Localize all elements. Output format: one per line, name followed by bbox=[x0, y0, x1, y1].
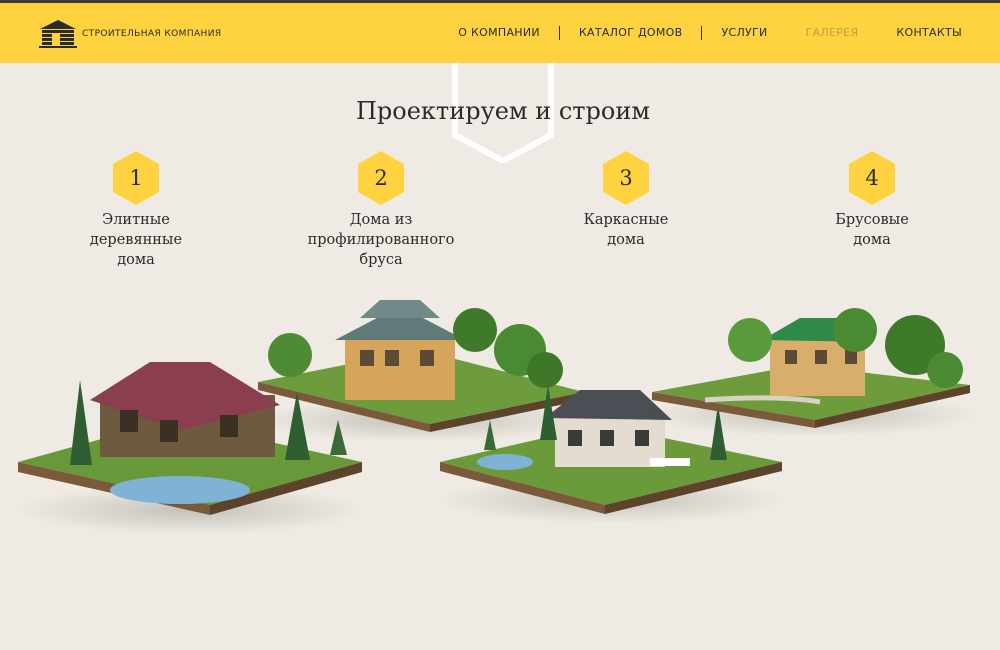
feature-number: 2 bbox=[374, 166, 388, 190]
logo-text: Строительная компания bbox=[82, 29, 222, 39]
feature-1: 1 Элитные деревянные дома bbox=[46, 150, 226, 270]
nav-item-about[interactable]: О КОМПАНИИ bbox=[439, 26, 560, 40]
feature-label: Элитные деревянные дома bbox=[89, 212, 183, 268]
feature-4: 4 Брусовые дома bbox=[782, 150, 962, 250]
logo[interactable]: Строительная компания bbox=[38, 19, 222, 49]
hexagon-badge: 2 bbox=[356, 150, 406, 206]
page-title: Проектируем и строим bbox=[355, 97, 651, 125]
hexagon-badge: 3 bbox=[601, 150, 651, 206]
nav-item-catalog[interactable]: КАТАЛОГ ДОМОВ bbox=[560, 26, 703, 40]
feature-3: 3 Каркасные дома bbox=[536, 150, 716, 250]
nav-item-gallery[interactable]: ГАЛЕРЕЯ bbox=[787, 26, 878, 40]
feature-number: 4 bbox=[865, 166, 879, 190]
feature-label: Брусовые дома bbox=[835, 212, 909, 248]
feature-number: 3 bbox=[619, 166, 633, 190]
feature-label: Дома из профилированного бруса bbox=[307, 212, 455, 268]
houses-illustration bbox=[15, 300, 980, 535]
feature-2: 2 Дома из профилированного бруса bbox=[291, 150, 471, 270]
nav-item-services[interactable]: УСЛУГИ bbox=[702, 26, 786, 40]
main-nav: О КОМПАНИИ КАТАЛОГ ДОМОВ УСЛУГИ ГАЛЕРЕЯ … bbox=[439, 3, 962, 63]
nav-item-contacts[interactable]: КОНТАКТЫ bbox=[877, 26, 962, 40]
log-house-icon bbox=[39, 20, 77, 48]
plot-timber-house bbox=[640, 308, 980, 437]
site-header: Строительная компания О КОМПАНИИ КАТАЛОГ… bbox=[0, 3, 1000, 63]
hexagon-badge: 4 bbox=[847, 150, 897, 206]
feature-label: Каркасные дома bbox=[583, 212, 669, 248]
feature-number: 1 bbox=[129, 166, 143, 190]
hexagon-badge: 1 bbox=[111, 150, 161, 206]
